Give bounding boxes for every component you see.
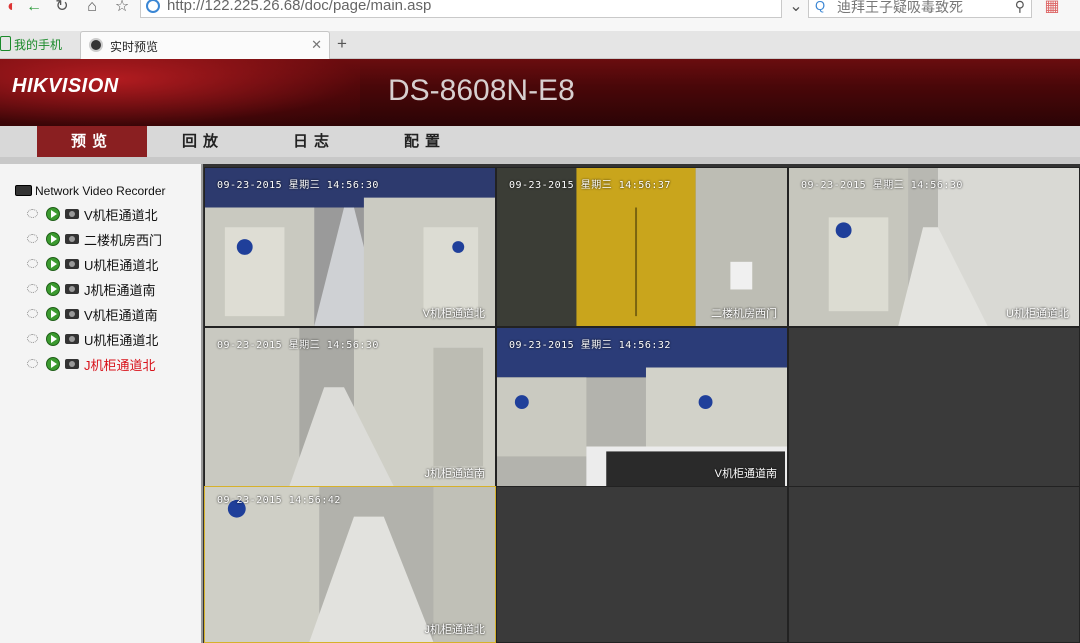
video-feed — [789, 168, 1079, 326]
video-cell-8-empty[interactable] — [496, 486, 788, 643]
video-timestamp: 09-23-2015 星期三 14:56:30 — [217, 180, 379, 191]
video-camera-name: U机柜通道北 — [1006, 308, 1069, 320]
video-grid: 09-23-2015 星期三 14:56:30 V机柜通道北 09-23-201… — [203, 164, 1080, 643]
video-feed — [205, 487, 495, 642]
video-timestamp: 09-23-2015 14:56:42 — [217, 495, 341, 506]
play-icon[interactable] — [46, 232, 60, 246]
video-camera-name: J机柜通道南 — [424, 468, 486, 480]
dropdown-chevron-icon[interactable]: ⌄ — [784, 0, 808, 16]
menu-config[interactable]: 配置 — [370, 126, 480, 157]
app-header: HIKVISION DS-8608N-E8 — [0, 59, 1080, 126]
video-feed — [205, 328, 495, 486]
play-icon[interactable] — [46, 257, 60, 271]
tab-label: 实时预览 — [110, 40, 159, 54]
play-icon[interactable] — [46, 307, 60, 321]
video-timestamp: 09-23-2015 星期三 14:56:37 — [509, 180, 671, 191]
video-feed — [497, 328, 787, 486]
link-icon — [27, 334, 38, 343]
hikvision-logo: HIKVISION — [12, 75, 119, 97]
camera-icon — [65, 334, 79, 344]
site-globe-icon — [146, 0, 160, 13]
play-icon[interactable] — [46, 207, 60, 221]
video-camera-name: V机柜通道北 — [422, 308, 485, 320]
link-icon — [27, 234, 38, 243]
channel-label: J机柜通道南 — [84, 283, 156, 298]
video-timestamp: 09-23-2015 星期三 14:56:30 — [801, 180, 963, 191]
video-camera-name: J机柜通道北 — [424, 624, 486, 636]
video-cell-2[interactable]: 09-23-2015 星期三 14:56:37 二楼机房西门 — [496, 167, 788, 327]
play-icon[interactable] — [46, 332, 60, 346]
camera-favicon-icon — [89, 38, 103, 52]
channel-label: V机柜通道南 — [84, 308, 158, 323]
url-text: http://122.225.26.68/doc/page/main.asp — [167, 0, 432, 14]
bookmark-label: 我的手机 — [14, 38, 63, 52]
link-icon — [27, 309, 38, 318]
video-timestamp: 09-23-2015 星期三 14:56:30 — [217, 340, 379, 351]
bookmark-star-icon[interactable]: ☆ — [110, 0, 134, 16]
play-icon[interactable] — [46, 282, 60, 296]
address-bar[interactable]: http://122.225.26.68/doc/page/main.asp ✿… — [140, 0, 910, 18]
new-tab-button[interactable]: + — [337, 34, 347, 54]
tree-root-nvr[interactable]: Network Video Recorder — [15, 184, 166, 198]
video-camera-name: V机柜通道南 — [714, 468, 777, 480]
camera-icon — [65, 234, 79, 244]
tree-root-label: Network Video Recorder — [35, 184, 166, 198]
video-feed — [205, 168, 495, 326]
video-cell-4[interactable]: 09-23-2015 星期三 14:56:30 J机柜通道南 — [204, 327, 496, 487]
video-cell-9-empty[interactable] — [788, 486, 1080, 643]
video-cell-6-empty[interactable] — [788, 327, 1080, 487]
browser-toolbar: ◐ ← ↻ ⌂ ☆ http://122.225.26.68/doc/page/… — [0, 0, 1080, 32]
search-icon[interactable]: ⚲ — [1015, 0, 1025, 15]
main-menu: 预览 回放 日志 配置 — [0, 126, 1080, 157]
channel-label: 二楼机房西门 — [84, 233, 163, 248]
close-tab-icon[interactable]: ✕ — [311, 37, 322, 53]
phone-icon — [0, 36, 11, 51]
back-icon[interactable]: ← — [22, 0, 46, 16]
channel-label: U机柜通道北 — [84, 258, 159, 273]
link-icon — [27, 209, 38, 218]
camera-icon — [65, 209, 79, 219]
menu-log[interactable]: 日志 — [259, 126, 369, 157]
menu-divider — [0, 157, 1080, 164]
search-engine-icon[interactable]: Q — [815, 0, 825, 13]
video-timestamp: 09-23-2015 星期三 14:56:32 — [509, 340, 671, 351]
nvr-icon — [15, 185, 32, 196]
video-camera-name: 二楼机房西门 — [711, 308, 777, 320]
search-input[interactable]: Q 迪拜王子疑吸毒致死 ⚲ — [808, 0, 1032, 18]
camera-icon — [65, 309, 79, 319]
menu-playback[interactable]: 回放 — [148, 126, 258, 157]
device-model: DS-8608N-E8 — [388, 74, 575, 107]
channel-label: V机柜通道北 — [84, 208, 158, 223]
camera-icon — [65, 284, 79, 294]
menu-preview[interactable]: 预览 — [37, 126, 147, 157]
search-placeholder: 迪拜王子疑吸毒致死 — [837, 0, 963, 15]
play-icon[interactable] — [46, 357, 60, 371]
video-feed — [497, 168, 787, 326]
channel-label: J机柜通道北 — [84, 358, 156, 373]
home-icon[interactable]: ⌂ — [80, 0, 104, 16]
device-tree: Network Video Recorder V机柜通道北 二楼机房西门 U机柜… — [0, 164, 203, 643]
video-cell-3[interactable]: 09-23-2015 星期三 14:56:30 U机柜通道北 — [788, 167, 1080, 327]
channel-label: U机柜通道北 — [84, 333, 159, 348]
bookmark-my-phone[interactable]: 我的手机 — [0, 36, 62, 54]
link-icon — [27, 259, 38, 268]
camera-icon — [65, 359, 79, 369]
video-cell-1[interactable]: 09-23-2015 星期三 14:56:30 V机柜通道北 — [204, 167, 496, 327]
refresh-icon[interactable]: ↻ — [50, 0, 74, 16]
browser-logo-icon: ◐ — [7, 0, 17, 15]
video-cell-7[interactable]: 09-23-2015 14:56:42 J机柜通道北 — [204, 486, 496, 643]
video-cell-5[interactable]: 09-23-2015 星期三 14:56:32 V机柜通道南 — [496, 327, 788, 487]
tab-live-preview[interactable]: 实时预览 ✕ — [80, 31, 330, 59]
link-icon — [27, 284, 38, 293]
apps-icon[interactable]: ▦ — [1040, 0, 1064, 16]
link-icon — [27, 359, 38, 368]
camera-icon — [65, 259, 79, 269]
